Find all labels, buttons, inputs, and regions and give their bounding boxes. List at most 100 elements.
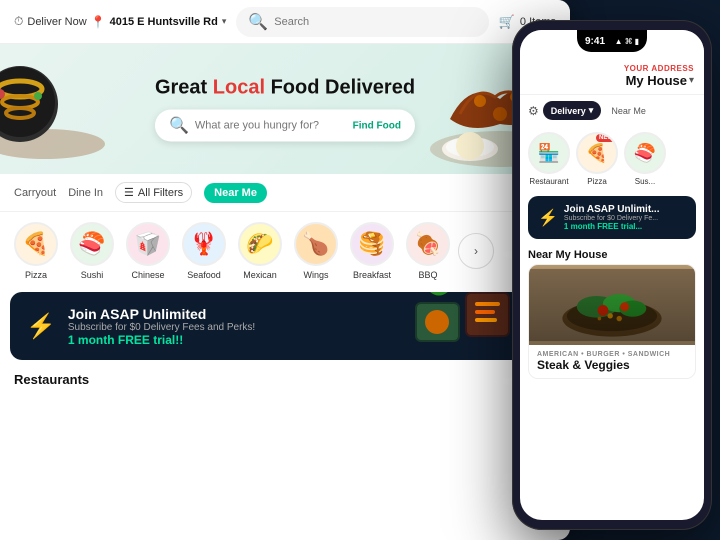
new-badge: NEW: [596, 134, 616, 142]
nav-deliver[interactable]: ⏱ Deliver Now 📍 4015 E Huntsville Rd ▾: [14, 14, 226, 29]
category-circle-pizza: 🍕: [14, 222, 58, 266]
category-label-mexican: Mexican: [243, 270, 277, 280]
category-item-sushi[interactable]: 🍣 Sushi: [66, 222, 118, 280]
phone-cat-circle-restaurant: 🏪: [528, 132, 570, 174]
hero-title-highlight: Local: [213, 77, 265, 99]
phone-promo-text: Join ASAP Unlimit... Subscribe for $0 De…: [564, 204, 686, 231]
category-label-bbq: BBQ: [418, 270, 437, 280]
phone-frame: 9:41 ▲ ⌘ ▮ YOUR ADDRESS My House ▾ ⚙ Del…: [512, 20, 712, 530]
deliver-label: Deliver Now: [27, 16, 86, 28]
category-item-breakfast[interactable]: 🥞 Breakfast: [346, 222, 398, 280]
all-filters-button[interactable]: ☰ All Filters: [115, 182, 192, 203]
phone-address-row[interactable]: My House ▾: [530, 73, 694, 88]
signal-icon: ▲: [615, 37, 623, 46]
promo-lightning-icon: ⚡: [26, 312, 56, 341]
nav-bar: ⏱ Deliver Now 📍 4015 E Huntsville Rd ▾ 🔍…: [0, 0, 570, 44]
hero-text: Great Local Food Delivered 🔍 Find Food: [155, 77, 415, 142]
phone-cat-restaurant[interactable]: 🏪 Restaurant: [528, 132, 570, 186]
phone-container: 9:41 ▲ ⌘ ▮ YOUR ADDRESS My House ▾ ⚙ Del…: [512, 20, 712, 530]
all-filters-label: All Filters: [138, 187, 183, 199]
category-item-pizza[interactable]: 🍕 Pizza: [10, 222, 62, 280]
nav-search-bar[interactable]: 🔍: [236, 7, 488, 37]
category-circle-wings: 🍗: [294, 222, 338, 266]
phone-time: 9:41: [585, 36, 605, 47]
hero-section: Great Local Food Delivered 🔍 Find Food: [0, 44, 570, 174]
phone-status-icons: ▲ ⌘ ▮: [615, 37, 639, 46]
tab-carryout[interactable]: Carryout: [14, 184, 56, 202]
category-label-breakfast: Breakfast: [353, 270, 391, 280]
chevron-down-icon: ▾: [222, 16, 227, 27]
phone-cat-circle-sushi: 🍣: [624, 132, 666, 174]
category-label-wings: Wings: [303, 270, 328, 280]
hero-title-part1: Great: [155, 77, 213, 99]
hero-title: Great Local Food Delivered: [155, 77, 415, 100]
category-item-chinese[interactable]: 🥡 Chinese: [122, 222, 174, 280]
category-label-chinese: Chinese: [131, 270, 164, 280]
search-input[interactable]: [274, 16, 476, 28]
phone-your-address-label: YOUR ADDRESS: [530, 64, 694, 73]
category-label-seafood: Seafood: [187, 270, 221, 280]
phone-restaurant-image: [529, 265, 695, 345]
delivery-chevron: ▾: [589, 105, 594, 116]
category-circle-bbq: 🍖: [406, 222, 450, 266]
pin-icon: 📍: [91, 15, 106, 29]
phone-address-chevron: ▾: [689, 75, 694, 86]
category-circle-chinese: 🥡: [126, 222, 170, 266]
filter-row: Carryout Dine In ☰ All Filters Near Me: [0, 174, 570, 212]
category-circle-seafood: 🦞: [182, 222, 226, 266]
clock-icon: ⏱: [14, 14, 23, 29]
hero-search-bar[interactable]: 🔍 Find Food: [155, 110, 415, 142]
phone-promo-subtitle: Subscribe for $0 Delivery Fe...: [564, 215, 686, 222]
phone-restaurant-card[interactable]: AMERICAN • BURGER • SANDWICH Steak & Veg…: [528, 264, 696, 379]
near-me-filter-button[interactable]: Near Me: [204, 183, 267, 203]
category-item-seafood[interactable]: 🦞 Seafood: [178, 222, 230, 280]
phone-delivery-button[interactable]: Delivery ▾: [543, 101, 602, 120]
phone-promo-trial: 1 month FREE trial...: [564, 222, 686, 231]
category-circle-mexican: 🌮: [238, 222, 282, 266]
phone-screen: YOUR ADDRESS My House ▾ ⚙ Delivery ▾ Nea…: [520, 30, 704, 520]
phone-cat-pizza[interactable]: 🍕 NEW Pizza: [576, 132, 618, 186]
hero-food-left: [0, 44, 110, 174]
phone-cat-circle-pizza: 🍕 NEW: [576, 132, 618, 174]
category-label-pizza: Pizza: [25, 270, 47, 280]
hero-title-part2: Food Delivered: [265, 77, 415, 99]
phone-near-me-button[interactable]: Near Me: [605, 102, 652, 120]
phone-promo-banner[interactable]: ⚡ Join ASAP Unlimit... Subscribe for $0 …: [528, 196, 696, 239]
phone-cat-label-sushi: Sus...: [635, 177, 655, 186]
category-item-wings[interactable]: 🍗 Wings: [290, 222, 342, 280]
web-panel: ⏱ Deliver Now 📍 4015 E Huntsville Rd ▾ 🔍…: [0, 0, 570, 540]
category-circle-sushi: 🍣: [70, 222, 114, 266]
phone-promo-icon: ⚡: [538, 208, 558, 228]
category-next-button[interactable]: ›: [458, 233, 494, 269]
phone-address-name: My House: [626, 73, 687, 88]
category-item-bbq[interactable]: 🍖 BBQ: [402, 222, 454, 280]
category-row: 🍕 Pizza 🍣 Sushi 🥡 Chinese 🦞 Seafood 🌮: [0, 212, 570, 286]
phone-filter-icon[interactable]: ⚙: [528, 104, 539, 118]
tab-dine-in[interactable]: Dine In: [68, 184, 103, 202]
restaurant-image-overlay: [529, 265, 695, 345]
category-circle-breakfast: 🥞: [350, 222, 394, 266]
phone-cat-label-pizza: Pizza: [587, 177, 607, 186]
delivery-label: Delivery: [551, 106, 586, 116]
hero-search-input[interactable]: [195, 120, 347, 132]
category-item-mexican[interactable]: 🌮 Mexican: [234, 222, 286, 280]
hero-search-icon: 🔍: [169, 116, 189, 136]
phone-notch: 9:41 ▲ ⌘ ▮: [577, 30, 647, 52]
restaurant-info: AMERICAN • BURGER • SANDWICH Steak & Veg…: [529, 345, 695, 378]
filter-icon: ☰: [124, 186, 134, 199]
phone-categories: 🏪 Restaurant 🍕 NEW Pizza 🍣 Sus...: [520, 126, 704, 192]
phone-filter-row: ⚙ Delivery ▾ Near Me: [520, 95, 704, 126]
promo-banner[interactable]: ⚡ Join ASAP Unlimited Subscribe for $0 D…: [10, 292, 560, 360]
phone-cat-label-restaurant: Restaurant: [529, 177, 568, 186]
phone-near-heading: Near My House: [520, 243, 704, 264]
restaurant-name: Steak & Veggies: [537, 358, 687, 372]
phone-cat-sushi[interactable]: 🍣 Sus...: [624, 132, 666, 186]
category-label-sushi: Sushi: [81, 270, 104, 280]
restaurants-heading: Restaurants: [0, 366, 570, 391]
find-food-button[interactable]: Find Food: [353, 120, 401, 131]
restaurant-tags: AMERICAN • BURGER • SANDWICH: [537, 351, 687, 358]
search-icon: 🔍: [248, 12, 268, 32]
wifi-icon: ⌘: [625, 37, 633, 46]
nav-address: 4015 E Huntsville Rd: [110, 16, 218, 28]
battery-icon: ▮: [635, 37, 639, 46]
